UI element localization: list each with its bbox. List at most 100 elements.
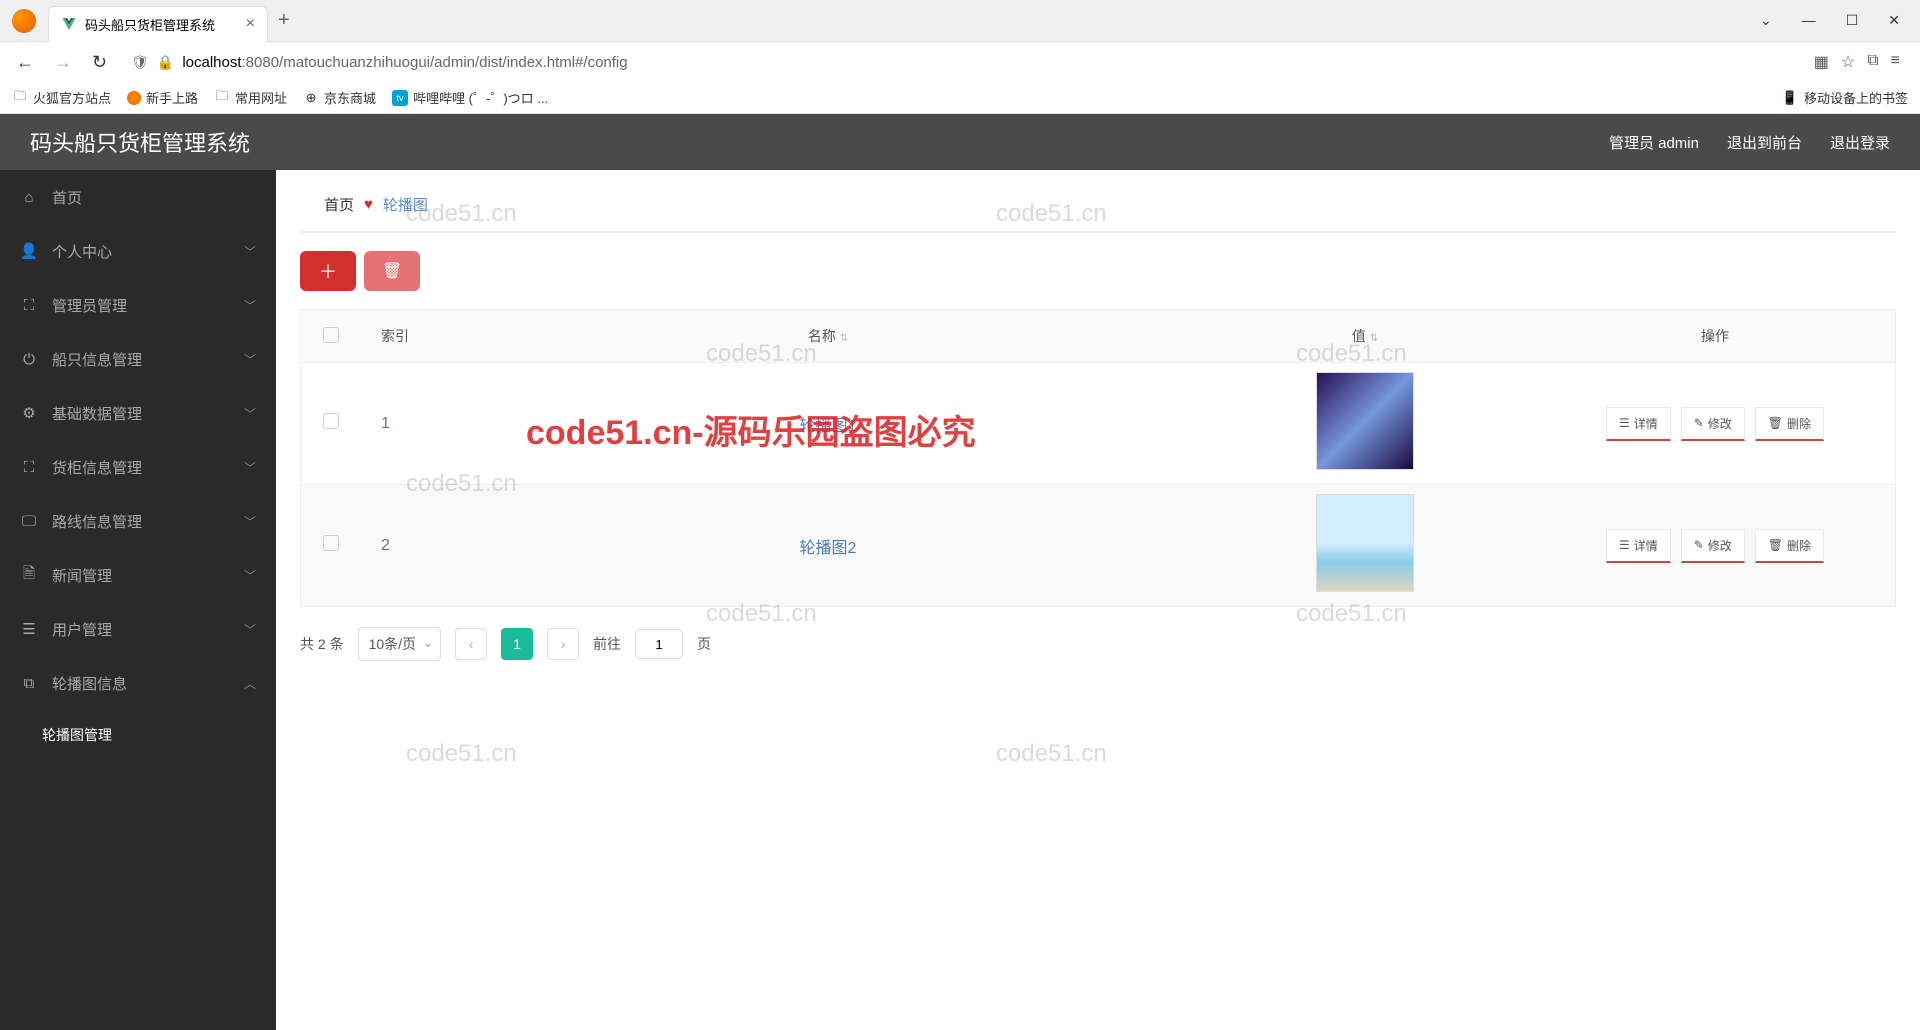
detail-icon: ☰ [1619,538,1630,552]
menu-icon[interactable]: ≡ [1891,52,1900,72]
minimize-button[interactable]: — [1802,12,1816,29]
globe-icon: ⊕ [303,90,319,106]
reload-button[interactable]: ↻ [88,48,111,77]
detail-button[interactable]: ☰详情 [1606,529,1671,563]
sidebar-item-user[interactable]: ☰用户管理﹀ [0,602,276,656]
page-size-select[interactable]: 10条/页 ⌄ [358,627,441,661]
sidebar-item-news[interactable]: 🗎新闻管理﹀ [0,548,276,602]
maximize-button[interactable]: ☐ [1846,12,1859,29]
tab-title: 码头船只货柜管理系统 [85,15,216,34]
admin-label[interactable]: 管理员 admin [1609,132,1699,153]
browser-tab[interactable]: 码头船只货柜管理系统 × [48,6,268,42]
col-name[interactable]: 名称⇅ [461,326,1195,346]
chevron-down-icon: ﹀ [244,621,256,638]
sidebar-item-home[interactable]: ⌂首页 [0,170,276,224]
cell-index: 2 [361,537,461,555]
table-row: 1 轮播图1 ☰详情 ✎修改 🗑删除 [301,362,1895,484]
user-icon: 👤 [20,242,38,260]
shield-icon: 🛡 [131,54,149,71]
doc-icon: 🗎 [20,563,38,588]
app-title: 码头船只货柜管理系统 [30,126,250,158]
breadcrumb: 首页 ♥ 轮播图 [300,170,1896,233]
window-controls: ⌄ — ☐ ✕ [1760,12,1920,29]
add-button[interactable]: ＋ [300,251,356,291]
thumbnail-image [1316,372,1414,470]
forward-button[interactable]: → [50,48,76,77]
cell-name: 轮播图1 [461,412,1195,436]
page-number-button[interactable]: 1 [501,628,533,660]
edit-button[interactable]: ✎修改 [1681,529,1745,563]
edit-icon: ✎ [1694,538,1704,552]
sidebar-item-container[interactable]: ⛶货柜信息管理﹀ [0,440,276,494]
sort-icon: ⇅ [840,333,848,344]
bookmark-item[interactable]: 新手上路 [127,88,198,107]
col-index: 索引 [361,326,461,346]
bilibili-icon: tv [392,90,408,106]
cell-index: 1 [361,415,461,433]
vue-icon [61,16,77,32]
copy-icon: ⧉ [20,675,38,692]
url-input[interactable]: 🛡 🔒 localhost:8080/matouchuanzhihuogui/a… [123,54,1802,71]
sidebar-item-basedata[interactable]: ⚙基础数据管理﹀ [0,386,276,440]
toolbar: ＋ 🗑 [276,233,1920,309]
fullscreen-icon: ⛶ [20,459,38,476]
row-delete-button[interactable]: 🗑删除 [1755,407,1824,441]
breadcrumb-current: 轮播图 [383,194,428,215]
logout-front-link[interactable]: 退出到前台 [1727,132,1802,153]
close-button[interactable]: ✕ [1888,12,1900,29]
pagination: 共 2 条 10条/页 ⌄ ‹ 1 › 前往 页 [276,607,1920,681]
qr-icon[interactable]: ▦ [1814,52,1829,72]
breadcrumb-home[interactable]: 首页 [324,194,354,215]
bookmarks-bar: 🗀火狐官方站点 新手上路 🗀常用网址 ⊕京东商城 tv哔哩哔哩 (゜-゜)つロ … [0,82,1920,114]
folder-icon: 🗀 [12,90,28,106]
edit-button[interactable]: ✎修改 [1681,407,1745,441]
row-checkbox[interactable] [323,535,339,551]
row-delete-button[interactable]: 🗑删除 [1755,529,1824,563]
thumbnail-image [1316,494,1414,592]
watermark: code51.cn [406,740,517,768]
col-value[interactable]: 值⇅ [1195,326,1535,346]
back-button[interactable]: ← [12,48,38,77]
sidebar-item-admin[interactable]: ⛶管理员管理﹀ [0,278,276,332]
sidebar-item-ship[interactable]: ⏻船只信息管理﹀ [0,332,276,386]
chevron-down-icon: ⌄ [422,634,434,651]
sidebar-item-carousel[interactable]: ⧉轮播图信息︿ [0,656,276,710]
extensions-icon[interactable]: ⧉ [1867,52,1878,72]
next-page-button[interactable]: › [547,628,579,660]
row-checkbox[interactable] [323,413,339,429]
chevron-down-icon: ﹀ [244,567,256,584]
page-input[interactable] [635,629,683,659]
watermark: code51.cn [996,740,1107,768]
sidebar-item-route[interactable]: 🖵路线信息管理﹀ [0,494,276,548]
data-table: 索引 名称⇅ 值⇅ 操作 1 轮播图1 ☰详情 ✎修改 🗑删除 2 轮播图2 [300,309,1896,607]
edit-icon: ✎ [1694,416,1704,430]
logout-link[interactable]: 退出登录 [1830,132,1890,153]
delete-button[interactable]: 🗑 [364,251,420,291]
firefox-icon [12,9,36,33]
sort-icon: ⇅ [1370,333,1378,344]
chevron-up-icon: ︿ [244,675,256,692]
select-all-checkbox[interactable] [323,327,339,343]
chevron-down-icon: ﹀ [244,297,256,314]
browser-tab-bar: 码头船只货柜管理系统 × + ⌄ — ☐ ✕ [0,0,1920,42]
chevron-down-icon[interactable]: ⌄ [1760,12,1772,29]
bookmark-item[interactable]: 🗀火狐官方站点 [12,88,111,107]
col-ops: 操作 [1535,326,1895,346]
detail-button[interactable]: ☰详情 [1606,407,1671,441]
new-tab-button[interactable]: + [278,9,290,32]
bookmark-item[interactable]: tv哔哩哔哩 (゜-゜)つロ ... [392,88,548,107]
mobile-bookmarks[interactable]: 📱移动设备上的书签 [1782,88,1908,107]
prev-page-button[interactable]: ‹ [455,628,487,660]
sidebar-item-profile[interactable]: 👤个人中心﹀ [0,224,276,278]
total-label: 共 2 条 [300,634,344,654]
sidebar-subitem-carousel-manage[interactable]: 轮播图管理 [0,710,276,760]
bookmark-item[interactable]: 🗀常用网址 [214,88,287,107]
bookmark-item[interactable]: ⊕京东商城 [303,88,376,107]
chevron-down-icon: ﹀ [244,351,256,368]
main-content: 首页 ♥ 轮播图 ＋ 🗑 索引 名称⇅ 值⇅ 操作 1 轮播图1 ☰详情 [276,170,1920,1030]
tab-close-button[interactable]: × [246,15,255,33]
monitor-icon: 🖵 [20,513,38,530]
goto-label: 前往 [593,634,621,654]
trash-icon: 🗑 [1768,416,1783,430]
bookmark-star-icon[interactable]: ☆ [1841,52,1855,72]
